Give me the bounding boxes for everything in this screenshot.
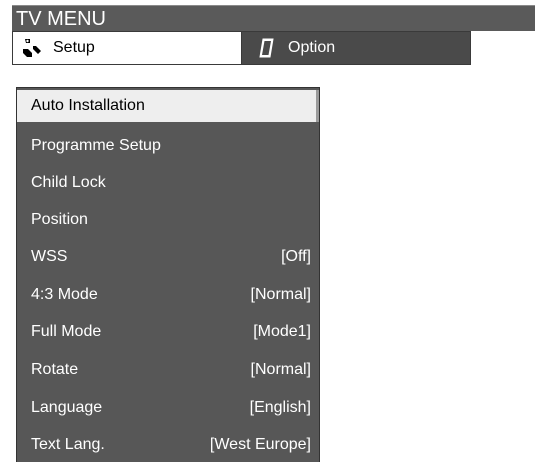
tab-setup-label: Setup — [53, 39, 95, 56]
note-icon — [256, 37, 278, 59]
menu-item-label: Position — [31, 211, 88, 228]
menu-item-4-3-mode[interactable]: 4:3 Mode [Normal] — [17, 277, 319, 313]
menu-item-label: Child Lock — [31, 174, 106, 191]
menu-item-value: [Mode1] — [253, 323, 311, 340]
setup-menu: Auto Installation Programme Setup Child … — [16, 87, 320, 462]
menu-item-value: [Normal] — [250, 361, 311, 378]
menu-item-programme-setup[interactable]: Programme Setup — [17, 128, 319, 164]
menu-item-label: WSS — [31, 248, 68, 265]
menu-item-label: Programme Setup — [31, 137, 161, 154]
menu-item-position[interactable]: Position — [17, 202, 319, 238]
menu-title: TV MENU — [16, 8, 106, 30]
tab-setup[interactable]: Setup — [12, 31, 241, 65]
menu-item-label: Full Mode — [31, 323, 102, 340]
menu-item-label: Auto Installation — [31, 97, 145, 114]
menu-item-value: [Off] — [281, 248, 311, 265]
menu-item-language[interactable]: Language [English] — [17, 390, 319, 426]
menu-item-label: Text Lang. — [31, 436, 105, 453]
menu-item-text-lang[interactable]: Text Lang. [West Europe] — [17, 427, 319, 463]
menu-item-child-lock[interactable]: Child Lock — [17, 165, 319, 201]
menu-item-auto-installation[interactable]: Auto Installation — [17, 90, 319, 122]
menu-item-value: [Normal] — [250, 286, 311, 303]
menu-item-label: Rotate — [31, 361, 79, 378]
menu-item-full-mode[interactable]: Full Mode [Mode1] — [17, 314, 319, 350]
wrench-icon — [21, 37, 43, 59]
menu-item-rotate[interactable]: Rotate [Normal] — [17, 352, 319, 388]
menu-item-value: [English] — [249, 399, 311, 416]
tab-option[interactable]: Option — [241, 31, 471, 65]
menu-item-label: 4:3 Mode — [31, 286, 98, 303]
menu-item-wss[interactable]: WSS [Off] — [17, 239, 319, 275]
menu-tabs: Setup Option — [12, 31, 471, 65]
menu-item-value: [West Europe] — [209, 436, 311, 453]
tab-option-label: Option — [288, 39, 336, 56]
menu-item-label: Language — [31, 399, 103, 416]
menu-title-bar: TV MENU — [12, 5, 535, 31]
